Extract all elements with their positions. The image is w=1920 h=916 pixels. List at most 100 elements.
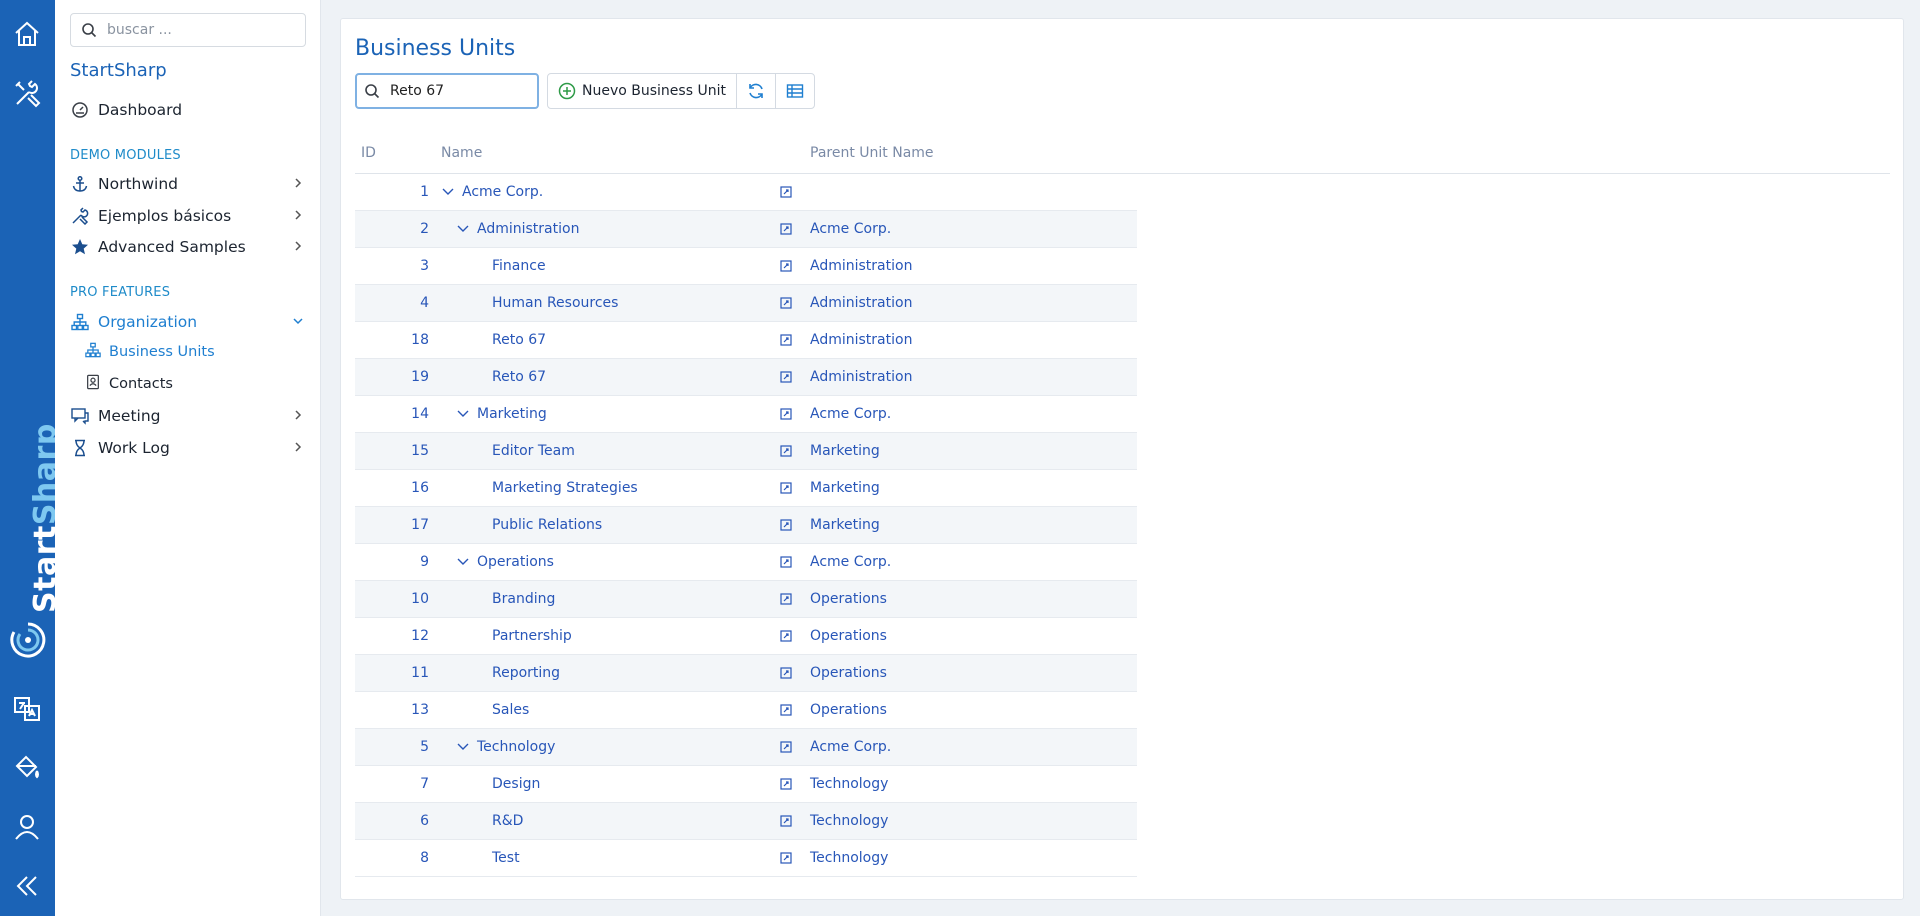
column-header-name[interactable]: Name xyxy=(441,145,482,161)
cell-parent[interactable]: Operations xyxy=(810,702,887,718)
cell-parent[interactable]: Administration xyxy=(810,258,912,274)
sidebar-item-business-units[interactable]: Business Units xyxy=(85,340,310,364)
table-row[interactable]: 9 Operations Acme Corp. xyxy=(355,544,1137,581)
cell-parent[interactable]: Technology xyxy=(810,813,888,829)
collapse-icon[interactable] xyxy=(8,867,46,905)
tools-icon[interactable] xyxy=(8,75,46,113)
translate-icon[interactable] xyxy=(8,690,46,728)
cell-name[interactable]: Public Relations xyxy=(492,517,602,533)
edit-icon[interactable] xyxy=(779,814,793,828)
user-icon[interactable] xyxy=(8,808,46,846)
sidebar-item-northwind[interactable]: Northwind xyxy=(70,171,315,197)
new-business-unit-button[interactable]: Nuevo Business Unit xyxy=(548,74,737,108)
cell-name[interactable]: Reto 67 xyxy=(492,369,546,385)
edit-icon[interactable] xyxy=(779,629,793,643)
cell-parent[interactable]: Marketing xyxy=(810,443,880,459)
cell-parent[interactable]: Administration xyxy=(810,332,912,348)
home-icon[interactable] xyxy=(8,15,46,53)
cell-parent[interactable]: Operations xyxy=(810,628,887,644)
cell-parent[interactable]: Acme Corp. xyxy=(810,739,891,755)
table-row[interactable]: 13 Sales Operations xyxy=(355,692,1137,729)
edit-icon[interactable] xyxy=(779,777,793,791)
cell-name[interactable]: Partnership xyxy=(492,628,572,644)
collapse-toggle-icon[interactable] xyxy=(456,555,470,569)
edit-icon[interactable] xyxy=(779,185,793,199)
cell-name[interactable]: Finance xyxy=(492,258,546,274)
table-row[interactable]: 12 Partnership Operations xyxy=(355,618,1137,655)
table-row[interactable]: 8 Test Technology xyxy=(355,840,1137,877)
cell-name[interactable]: Test xyxy=(492,850,520,866)
cell-name[interactable]: Acme Corp. xyxy=(462,184,543,200)
table-row[interactable]: 4 Human Resources Administration xyxy=(355,285,1137,322)
edit-icon[interactable] xyxy=(779,592,793,606)
edit-icon[interactable] xyxy=(779,666,793,680)
cell-parent[interactable]: Marketing xyxy=(810,517,880,533)
sidebar-item-ejemplos[interactable]: Ejemplos básicos xyxy=(70,203,315,229)
cell-name[interactable]: Technology xyxy=(477,739,555,755)
cell-parent[interactable]: Marketing xyxy=(810,480,880,496)
collapse-toggle-icon[interactable] xyxy=(456,407,470,421)
table-row[interactable]: 6 R&D Technology xyxy=(355,803,1137,840)
cell-name[interactable]: Administration xyxy=(477,221,579,237)
table-row[interactable]: 10 Branding Operations xyxy=(355,581,1137,618)
table-row[interactable]: 5 Technology Acme Corp. xyxy=(355,729,1137,766)
edit-icon[interactable] xyxy=(779,407,793,421)
quick-search[interactable] xyxy=(355,73,539,109)
sidebar-search-input[interactable] xyxy=(105,21,299,39)
edit-icon[interactable] xyxy=(779,481,793,495)
edit-icon[interactable] xyxy=(779,703,793,717)
table-row[interactable]: 18 Reto 67 Administration xyxy=(355,322,1137,359)
table-row[interactable]: 3 Finance Administration xyxy=(355,248,1137,285)
edit-icon[interactable] xyxy=(779,333,793,347)
cell-name[interactable]: Reporting xyxy=(492,665,560,681)
table-row[interactable]: 19 Reto 67 Administration xyxy=(355,359,1137,396)
sidebar-item-organization[interactable]: Organization xyxy=(70,309,315,335)
collapse-toggle-icon[interactable] xyxy=(456,740,470,754)
edit-icon[interactable] xyxy=(779,370,793,384)
table-row[interactable]: 17 Public Relations Marketing xyxy=(355,507,1137,544)
column-header-parent[interactable]: Parent Unit Name xyxy=(810,145,934,161)
cell-parent[interactable]: Technology xyxy=(810,850,888,866)
table-row[interactable]: 11 Reporting Operations xyxy=(355,655,1137,692)
sidebar-item-contacts[interactable]: Contacts xyxy=(85,372,310,396)
table-row[interactable]: 16 Marketing Strategies Marketing xyxy=(355,470,1137,507)
cell-parent[interactable]: Technology xyxy=(810,776,888,792)
table-row[interactable]: 14 Marketing Acme Corp. xyxy=(355,396,1137,433)
cell-name[interactable]: Marketing Strategies xyxy=(492,480,638,496)
table-row[interactable]: 7 Design Technology xyxy=(355,766,1137,803)
edit-icon[interactable] xyxy=(779,296,793,310)
cell-parent[interactable]: Operations xyxy=(810,591,887,607)
edit-icon[interactable] xyxy=(779,259,793,273)
edit-icon[interactable] xyxy=(779,222,793,236)
cell-parent[interactable]: Acme Corp. xyxy=(810,554,891,570)
cell-parent[interactable]: Acme Corp. xyxy=(810,221,891,237)
cell-name[interactable]: Operations xyxy=(477,554,554,570)
sidebar-item-advanced[interactable]: Advanced Samples xyxy=(70,234,315,260)
edit-icon[interactable] xyxy=(779,555,793,569)
column-header-id[interactable]: ID xyxy=(361,145,376,161)
cell-name[interactable]: R&D xyxy=(492,813,523,829)
cell-name[interactable]: Design xyxy=(492,776,540,792)
collapse-toggle-icon[interactable] xyxy=(456,222,470,236)
cell-name[interactable]: Human Resources xyxy=(492,295,618,311)
sidebar-item-dashboard[interactable]: Dashboard xyxy=(70,97,315,123)
cell-name[interactable]: Editor Team xyxy=(492,443,575,459)
cell-parent[interactable]: Operations xyxy=(810,665,887,681)
quick-search-input[interactable] xyxy=(388,82,532,100)
table-row[interactable]: 15 Editor Team Marketing xyxy=(355,433,1137,470)
paint-bucket-icon[interactable] xyxy=(8,748,46,786)
column-picker-button[interactable] xyxy=(776,74,814,108)
table-row[interactable]: 1 Acme Corp. xyxy=(355,174,1137,211)
table-row[interactable]: 2 Administration Acme Corp. xyxy=(355,211,1137,248)
refresh-button[interactable] xyxy=(737,74,776,108)
cell-parent[interactable]: Administration xyxy=(810,295,912,311)
sidebar-item-work-log[interactable]: Work Log xyxy=(70,435,315,461)
cell-name[interactable]: Sales xyxy=(492,702,529,718)
edit-icon[interactable] xyxy=(779,851,793,865)
cell-name[interactable]: Branding xyxy=(492,591,555,607)
collapse-toggle-icon[interactable] xyxy=(441,185,455,199)
edit-icon[interactable] xyxy=(779,518,793,532)
cell-parent[interactable]: Acme Corp. xyxy=(810,406,891,422)
edit-icon[interactable] xyxy=(779,444,793,458)
cell-name[interactable]: Marketing xyxy=(477,406,547,422)
